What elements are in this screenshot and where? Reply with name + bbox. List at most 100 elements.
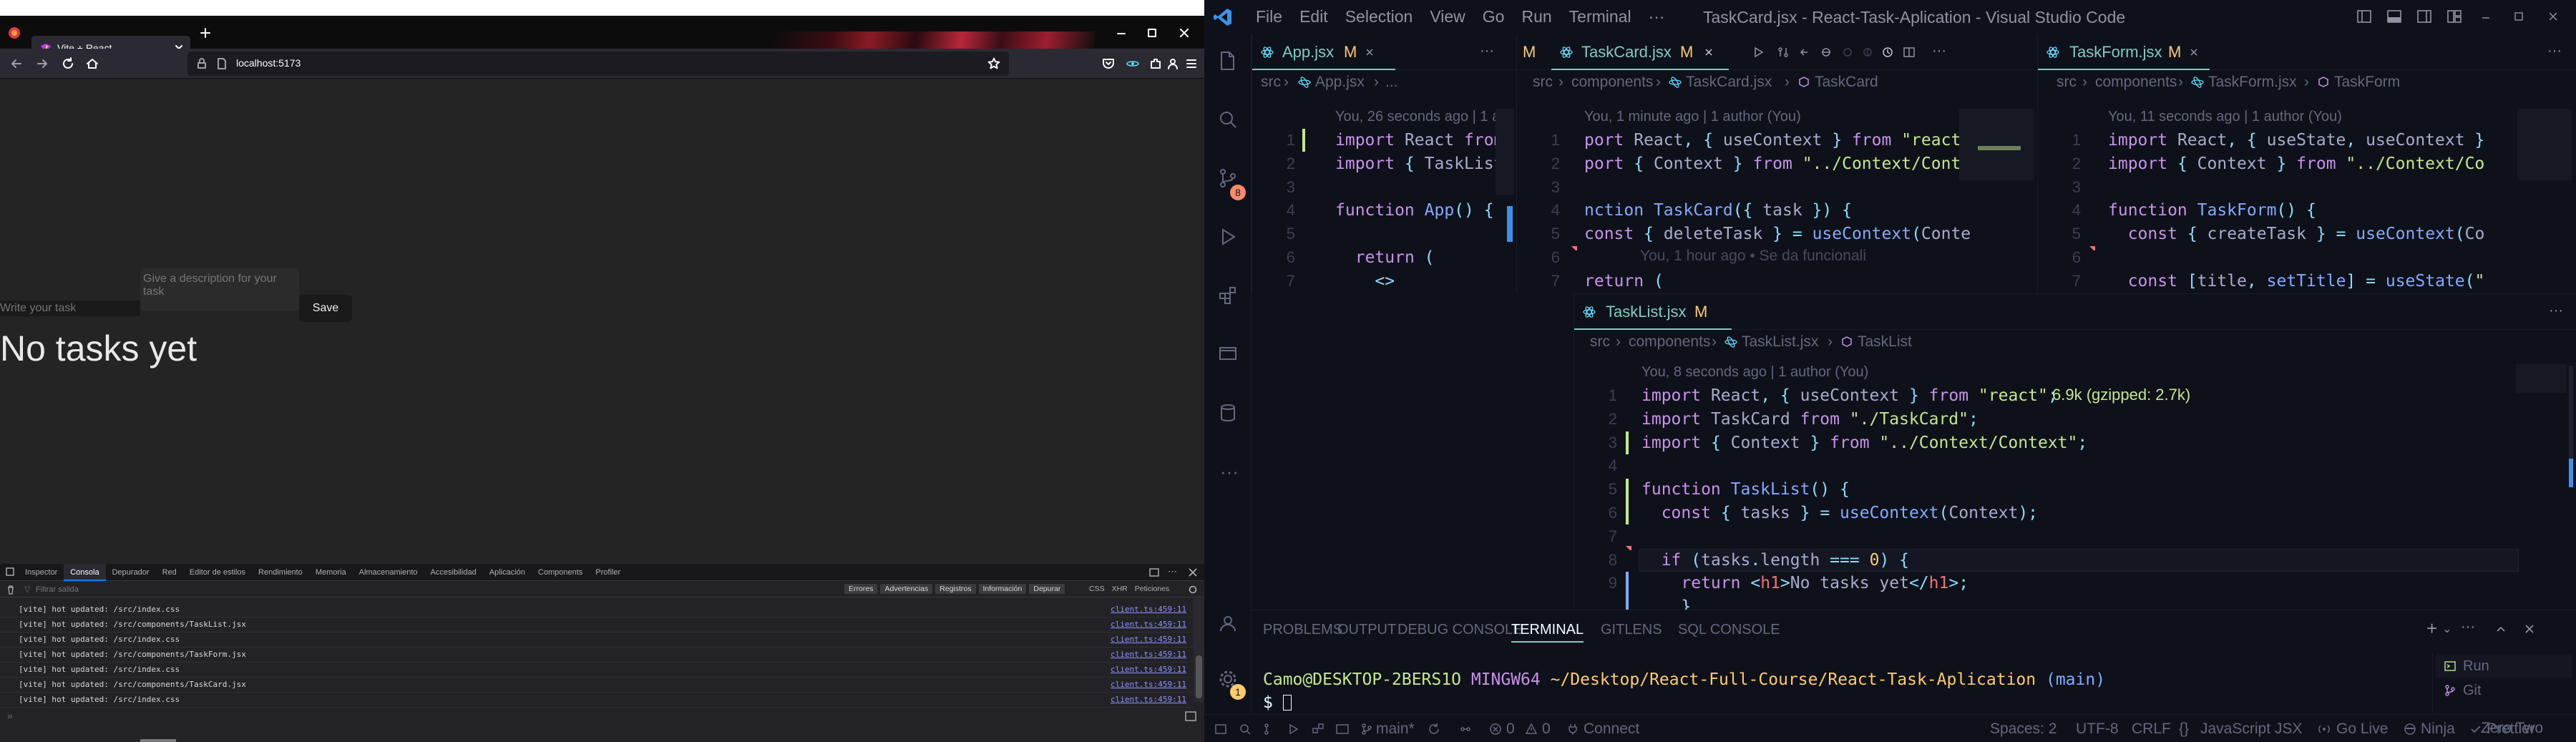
panel-tab-debug-console[interactable]: DEBUG CONSOLE	[1397, 622, 1522, 638]
devtools-tab-consola[interactable]: Consola	[64, 564, 106, 581]
console-log-source[interactable]: client.ts:459:11	[1111, 633, 1186, 647]
run-file-icon[interactable]	[1753, 47, 1765, 58]
console-type-css[interactable]: CSS	[1089, 585, 1105, 593]
console-level-advertencias[interactable]: Advertencias	[880, 584, 933, 594]
console-log-source[interactable]: client.ts:459:11	[1111, 648, 1186, 662]
console-log-source[interactable]: client.ts:459:11	[1111, 602, 1186, 617]
window-drag-handle[interactable]	[140, 739, 176, 742]
devtools-tab-red[interactable]: Red	[156, 564, 183, 581]
devtools-tab-depurador[interactable]: Depurador	[106, 564, 156, 581]
code-app-jsx[interactable]: import React from "r import { TaskList, …	[1335, 129, 1516, 293]
open-changes-icon[interactable]	[1777, 47, 1789, 58]
terminal-input-line[interactable]: $	[1263, 693, 1292, 712]
language-mode-status[interactable]: JavaScript JSX	[2200, 721, 2302, 738]
eol-status[interactable]: CRLF	[2132, 721, 2171, 738]
toggle-secondary-sidebar-icon[interactable]	[2416, 9, 2432, 24]
account-icon[interactable]	[1166, 57, 1179, 70]
editor-actions-more-icon[interactable]: ···	[2549, 303, 2563, 319]
bookmark-star-icon[interactable]	[987, 57, 1000, 70]
console-log-source[interactable]: client.ts:459:11	[1111, 617, 1186, 632]
explorer-icon[interactable]	[1217, 50, 1239, 72]
tab-hidden-badge[interactable]: M	[1523, 34, 1536, 70]
new-tab-icon[interactable]	[200, 28, 210, 38]
minimap[interactable]	[2516, 364, 2566, 393]
codelens-blame[interactable]: You, 11 seconds ago | 1 author (You)	[2108, 109, 2342, 125]
panel-tab-terminal[interactable]: TERMINAL	[1511, 622, 1584, 643]
maximize-window-icon[interactable]	[1147, 28, 1157, 38]
pick-element-icon[interactable]	[6, 567, 16, 577]
gitlens-compare-icon[interactable]	[1820, 47, 1832, 58]
console-level-informaci-n[interactable]: Información	[978, 584, 1027, 594]
devtools-dock-icon[interactable]	[1149, 567, 1159, 577]
close-window-icon[interactable]	[1179, 28, 1189, 38]
menu-more[interactable]: ···	[1649, 7, 1665, 26]
console-type-xhr[interactable]: XHR	[1112, 585, 1128, 593]
url-bar[interactable]: localhost:5173	[187, 52, 1009, 76]
toggle-panel-icon[interactable]	[2386, 9, 2402, 24]
encoding-status[interactable]: UTF-8	[2076, 721, 2119, 738]
warnings-count[interactable]: 0	[1542, 721, 1551, 738]
theme-status[interactable]: Zero Two	[2481, 720, 2543, 737]
devtools-tab-accesibilidad[interactable]: Accesibilidad	[424, 564, 483, 581]
codelens-blame[interactable]: You, 26 seconds ago | 1 author (You)	[1335, 109, 1513, 125]
broadcast-icon[interactable]	[2318, 723, 2331, 736]
devtools-tab-editor-de-estilos[interactable]: Editor de estilos	[183, 564, 252, 581]
branch-icon[interactable]	[1360, 723, 1373, 736]
extensions-icon[interactable]	[1217, 285, 1239, 306]
panel-tab-sql-console[interactable]: SQL CONSOLE	[1678, 622, 1780, 638]
pocket-icon[interactable]	[1102, 57, 1115, 70]
terminal-item-git[interactable]: Git	[2436, 679, 2572, 702]
minimize-icon[interactable]	[2481, 13, 2491, 23]
extensions-icon[interactable]	[1149, 57, 1162, 70]
devtools-tab-profiler[interactable]: Profiler	[589, 564, 627, 581]
terminal-status-icon[interactable]	[1336, 723, 1349, 736]
git-branch-status[interactable]: main*	[1376, 721, 1415, 738]
devtools-tab-aplicaci-n[interactable]: Aplicación	[483, 564, 532, 581]
warnings-icon[interactable]	[1525, 723, 1538, 736]
minimap[interactable]	[1959, 109, 2034, 180]
new-terminal-icon[interactable]: +	[2426, 617, 2437, 640]
multiline-editor-icon[interactable]	[1185, 711, 1196, 721]
panel-more-icon[interactable]: ···	[2461, 619, 2475, 635]
devtools-tab-components[interactable]: Components	[532, 564, 589, 581]
home-icon[interactable]	[86, 57, 99, 70]
ninja-status[interactable]: Ninja	[2421, 721, 2455, 738]
close-panel-icon[interactable]	[2524, 623, 2535, 635]
editor-actions-more-icon[interactable]: ···	[1480, 43, 1494, 59]
menu-file[interactable]: File	[1256, 7, 1282, 26]
errors-icon[interactable]	[1489, 723, 1502, 736]
previous-revision-icon[interactable]	[1799, 47, 1810, 58]
devtools-tab-rendimiento[interactable]: Rendimiento	[252, 564, 309, 581]
devtools-more-icon[interactable]: ⋯	[1168, 566, 1177, 577]
source-control-status-icon[interactable]	[1263, 723, 1276, 736]
console-type-peticiones[interactable]: Peticiones	[1135, 585, 1169, 593]
codelens-blame[interactable]: You, 1 minute ago | 1 author (You)	[1584, 109, 1801, 125]
more-views-icon[interactable]: ···	[1220, 461, 1239, 483]
gitlens-next-icon[interactable]	[1862, 47, 1873, 58]
console-level-errores[interactable]: Errores	[844, 584, 878, 594]
codelens-blame[interactable]: You, 8 seconds ago | 1 author (You)	[1641, 364, 1868, 381]
debug-status-icon[interactable]	[1287, 723, 1300, 736]
menu-run[interactable]: Run	[1521, 7, 1551, 26]
toggle-primary-sidebar-icon[interactable]	[2356, 9, 2372, 24]
gitlens-history-icon[interactable]	[1842, 47, 1853, 58]
firefox-icon[interactable]	[7, 26, 21, 40]
minimap[interactable]	[2517, 109, 2572, 180]
close-tab-icon[interactable]	[1704, 48, 1713, 57]
tab-tasklist-jsx[interactable]: TaskList.jsx M	[1574, 294, 1732, 330]
remote-explorer-icon[interactable]	[1217, 343, 1239, 365]
maximize-icon[interactable]	[2514, 11, 2524, 21]
git-graph-icon[interactable]	[1459, 723, 1472, 736]
console-log-source[interactable]: client.ts:459:11	[1111, 678, 1186, 692]
indentation-status[interactable]: Spaces: 2	[1990, 721, 2057, 738]
menu-edit[interactable]: Edit	[1299, 7, 1328, 26]
console-scrollbar[interactable]	[1194, 598, 1204, 702]
menu-icon[interactable]	[1185, 57, 1198, 70]
minimize-window-icon[interactable]	[1116, 29, 1126, 39]
plug-icon[interactable]	[1566, 723, 1579, 736]
task-title-input[interactable]	[0, 301, 140, 316]
panel-tab-output[interactable]: OUTPUT	[1337, 622, 1396, 638]
connect-status[interactable]: Connect	[1584, 721, 1639, 738]
terminal-item-run[interactable]: Run	[2436, 655, 2572, 678]
task-description-textarea[interactable]	[140, 268, 299, 311]
